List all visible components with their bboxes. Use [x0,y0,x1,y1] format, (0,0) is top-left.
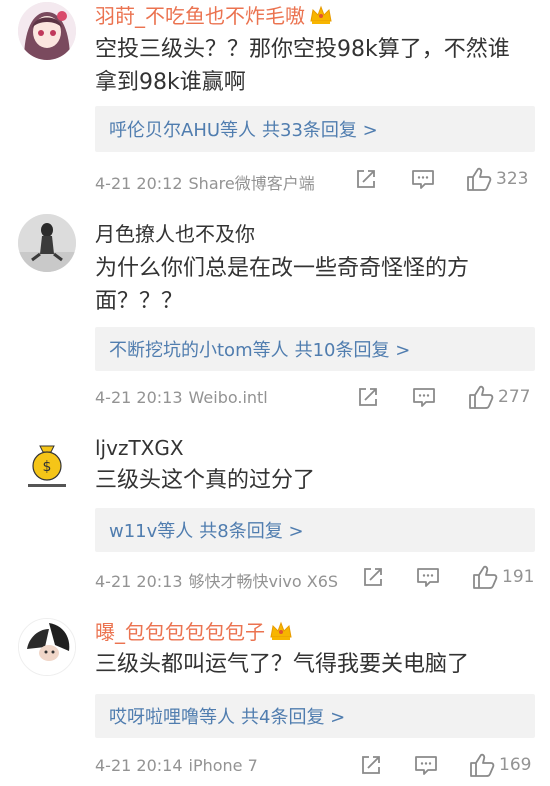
reply-users[interactable]: w11v等人 [109,517,193,543]
source-client: Share微博客户端 [188,174,315,193]
username-text[interactable]: 曝_包包包包包包子 [95,620,265,644]
share-icon [362,756,380,774]
comment-button[interactable] [416,566,440,588]
like-count: 323 [496,169,529,189]
crown-icon [269,621,293,646]
username[interactable]: 曝_包包包包包包子 [95,620,293,646]
share-icon [357,170,375,188]
timestamp: 4-21 20:14 [95,756,183,775]
crown-icon [309,5,333,30]
avatar[interactable] [18,618,76,676]
comment-icon [415,756,437,775]
source-client: Weibo.intl [188,388,268,407]
like-button[interactable]: 277 [468,384,530,410]
share-button[interactable] [355,168,377,190]
source-client: iPhone 7 [188,756,258,775]
like-icon [473,565,498,589]
share-icon [359,388,377,406]
username-text[interactable]: 羽莳_不吃鱼也不炸毛嗷 [95,4,305,28]
reply-preview[interactable]: 哎呀啦哩噜等人 共4条回复 > [95,694,535,738]
comment-button[interactable] [411,168,435,190]
share-button[interactable] [360,754,382,776]
timestamp: 4-21 20:12 [95,174,183,193]
like-count: 191 [502,567,535,587]
like-icon [470,753,495,777]
comment-icon [412,170,434,189]
reply-users[interactable]: 不断挖坑的小tom等人 [109,336,289,362]
comment-meta: 4-21 20:13 够快才畅快vivo X6S [95,568,338,592]
comment-item: 月色撩人也不及你 为什么你们总是在改一些奇奇怪怪的方面？？？ 不断挖坑的小tom… [0,210,550,420]
reply-preview[interactable]: w11v等人 共8条回复 > [95,508,535,552]
comment-button[interactable] [412,386,436,408]
like-count: 277 [498,387,531,407]
reply-users[interactable]: 呼伦贝尔AHU等人 [109,116,256,142]
comment-text: 三级头这个真的过分了 [95,468,316,493]
comment-text: 空投三级头？？那你空投98k算了，不然谁拿到98k谁赢啊 [95,37,510,95]
comment-item: 曝_包包包包包包子 三级头都叫运气了？气得我要关电脑了 哎呀啦哩噜等人 共4条回… [0,610,550,786]
comment-icon [417,568,439,587]
reply-users[interactable]: 哎呀啦哩噜等人 [109,703,235,729]
like-icon [467,167,492,191]
username[interactable]: 月色撩人也不及你 [95,222,255,246]
timestamp: 4-21 20:13 [95,572,183,591]
avatar[interactable]: $ [18,436,76,494]
username-text[interactable]: 月色撩人也不及你 [95,222,255,246]
timestamp: 4-21 20:13 [95,388,183,407]
comment-meta: 4-21 20:13 Weibo.intl [95,388,268,407]
like-icon [469,385,494,409]
comment-item: 羽莳_不吃鱼也不炸毛嗷 空投三级头？？那你空投98k算了，不然谁拿到98k谁赢啊… [0,0,550,200]
avatar[interactable] [18,2,76,60]
reply-count[interactable]: 共8条回复 > [199,517,303,543]
comment-text: 为什么你们总是在改一些奇奇怪怪的方面？？？ [95,256,470,314]
reply-count[interactable]: 共33条回复 > [262,116,378,142]
like-button[interactable]: 323 [466,166,528,192]
username[interactable]: 羽莳_不吃鱼也不炸毛嗷 [95,4,333,30]
reply-count[interactable]: 共4条回复 > [241,703,345,729]
like-button[interactable]: 169 [469,752,531,778]
reply-preview[interactable]: 呼伦贝尔AHU等人 共33条回复 > [95,106,535,152]
comment-item: $ ljvzTXGX 三级头这个真的过分了 w11v等人 共8条回复 > 4-2… [0,428,550,594]
username[interactable]: ljvzTXGX [95,436,184,460]
comment-meta: 4-21 20:14 iPhone 7 [95,756,258,775]
share-button[interactable] [362,566,384,588]
comment-icon [413,388,435,407]
source-client: 够快才畅快vivo X6S [188,572,339,591]
share-icon [364,568,382,586]
like-count: 169 [499,755,532,775]
share-button[interactable] [357,386,379,408]
comment-button[interactable] [414,754,438,776]
like-button[interactable]: 191 [472,564,534,590]
svg-text:$: $ [43,459,52,475]
reply-count[interactable]: 共10条回复 > [295,336,411,362]
reply-preview[interactable]: 不断挖坑的小tom等人 共10条回复 > [95,327,535,371]
comment-text: 三级头都叫运气了？气得我要关电脑了 [95,652,470,677]
username-text[interactable]: ljvzTXGX [95,436,184,460]
comment-meta: 4-21 20:12 Share微博客户端 [95,170,315,194]
avatar[interactable] [18,214,76,272]
